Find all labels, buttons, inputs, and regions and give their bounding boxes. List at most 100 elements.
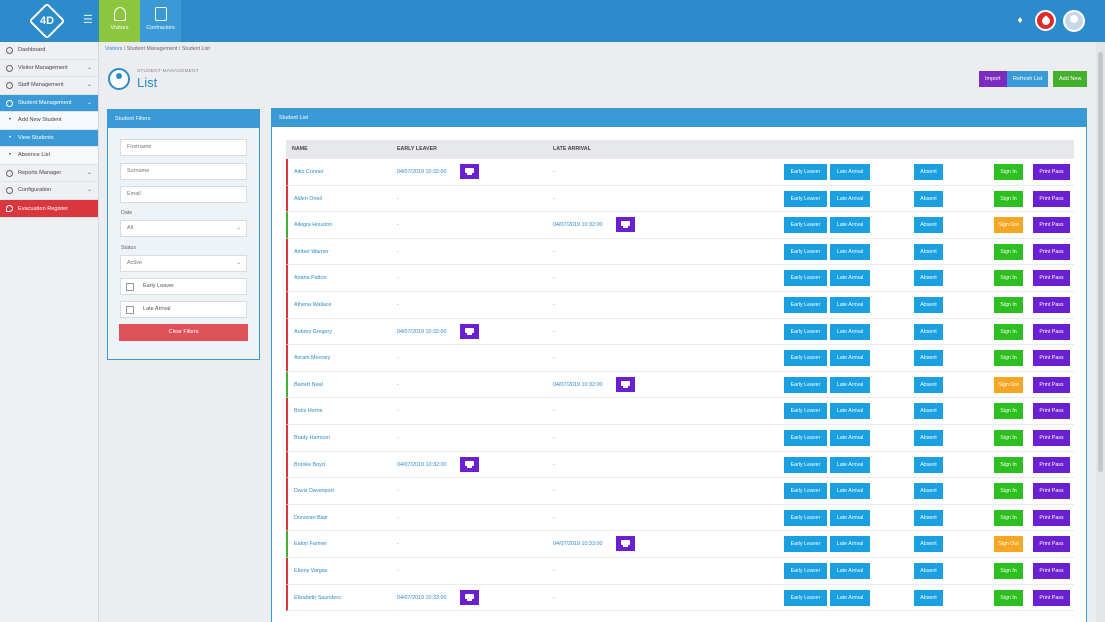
sidebar-item-reports-manager[interactable]: Reports Manager ⌄ [0,165,98,182]
early-leaver-button[interactable]: Early Leaver [784,323,827,340]
absent-button[interactable]: Absent [914,350,943,367]
menu-icon[interactable]: ☰ [83,15,93,26]
absent-button[interactable]: Absent [914,403,943,420]
print-pass-button[interactable]: Print Pass [1033,589,1070,606]
early-leaver-button[interactable]: Early Leaver [784,270,827,287]
early-leaver-button[interactable]: Early Leaver [784,243,827,260]
clear-filters-button[interactable]: Clear Filters [119,324,248,341]
student-name-link[interactable]: Brady Harrison [294,425,330,451]
print-pass-button[interactable]: Print Pass [1033,429,1070,446]
import-button[interactable]: Import [979,71,1007,87]
absent-button[interactable]: Absent [914,483,943,500]
absent-button[interactable]: Absent [914,270,943,287]
student-name-link[interactable]: Eaton Farmer [294,531,327,557]
late-arrival-button[interactable]: Late Arrival [830,164,870,180]
sidebar-item-evacuation-register[interactable]: Evacuation Register [0,199,98,218]
late-arrival-button[interactable]: Late Arrival [830,376,870,393]
sidebar-item-student-management[interactable]: Student Management ⌄ [0,94,98,112]
date-select[interactable]: All ⌄ [120,220,247,237]
early-leaver-button[interactable]: Early Leaver [784,217,827,234]
early-leaver-button[interactable]: Early Leaver [784,296,827,313]
early-leaver-button[interactable]: Early Leaver [784,562,827,579]
sidebar-item-absence-list[interactable]: • Absence List [0,147,98,165]
late-arrival-button[interactable]: Late Arrival [830,429,870,446]
sidebar-item-dashboard[interactable]: Dashboard [0,42,98,60]
student-name-link[interactable]: Davis Davenport [294,478,334,504]
firstname-input[interactable]: Firstname [120,139,247,156]
print-pass-button[interactable]: Print Pass [1033,323,1070,340]
scrollbar-thumb[interactable] [1098,52,1103,472]
student-name-link[interactable]: Boris Horne [294,398,322,424]
add-new-button[interactable]: Add New [1053,71,1088,87]
absent-button[interactable]: Absent [914,376,943,393]
sign-out-button[interactable]: Sign Out [994,376,1023,393]
late-arrival-button[interactable]: Late Arrival [830,589,870,606]
sign-in-button[interactable]: Sign In [994,509,1023,526]
late-arrival-button[interactable]: Late Arrival [830,190,870,207]
early-leaver-button[interactable]: Early Leaver [784,509,827,526]
early-leaver-button[interactable]: Early Leaver [784,483,827,500]
absent-button[interactable]: Absent [914,456,943,473]
sidebar-item-view-students[interactable]: • View Students [0,129,98,147]
print-icon[interactable] [616,217,635,233]
sign-in-button[interactable]: Sign In [994,190,1023,207]
absent-button[interactable]: Absent [914,589,943,606]
print-pass-button[interactable]: Print Pass [1033,270,1070,287]
late-arrival-button[interactable]: Late Arrival [830,217,870,234]
refresh-list-button[interactable]: Refresh List [1007,71,1049,87]
student-name-link[interactable]: Aiko Conner [294,159,324,185]
student-name-link[interactable]: Avram Mooney [294,345,330,371]
early-leaver-checkbox[interactable]: Early Leaver [120,278,247,295]
absent-button[interactable]: Absent [914,190,943,207]
early-leaver-button[interactable]: Early Leaver [784,164,827,180]
status-select[interactable]: Active ⌄ [120,255,247,272]
early-leaver-button[interactable]: Early Leaver [784,350,827,367]
sign-in-button[interactable]: Sign In [994,323,1023,340]
sign-in-button[interactable]: Sign In [994,483,1023,500]
early-leaver-button[interactable]: Early Leaver [784,589,827,606]
print-pass-button[interactable]: Print Pass [1033,536,1070,553]
student-name-link[interactable]: Brooke Boyd [294,452,325,478]
student-name-link[interactable]: Ariana Patton [294,265,327,291]
absent-button[interactable]: Absent [914,323,943,340]
sign-in-button[interactable]: Sign In [994,456,1023,473]
sign-out-button[interactable]: Sign Out [994,536,1023,553]
print-pass-button[interactable]: Print Pass [1033,190,1070,207]
print-pass-button[interactable]: Print Pass [1033,350,1070,367]
sidebar-item-staff-management[interactable]: Staff Management ⌄ [0,77,98,95]
absent-button[interactable]: Absent [914,296,943,313]
print-pass-button[interactable]: Print Pass [1033,456,1070,473]
student-name-link[interactable]: Amber Warner [294,239,329,265]
surname-input[interactable]: Surname [120,163,247,180]
early-leaver-button[interactable]: Early Leaver [784,403,827,420]
early-leaver-button[interactable]: Early Leaver [784,456,827,473]
student-name-link[interactable]: Athena Wallace [294,292,332,318]
student-name-link[interactable]: Donovan Blair [294,505,328,531]
early-leaver-button[interactable]: Early Leaver [784,536,827,553]
print-pass-button[interactable]: Print Pass [1033,164,1070,180]
late-arrival-button[interactable]: Late Arrival [830,456,870,473]
sign-in-button[interactable]: Sign In [994,562,1023,579]
student-name-link[interactable]: Elizabeth Saunders [294,585,341,611]
student-name-link[interactable]: Barrett Neal [294,372,323,398]
late-arrival-button[interactable]: Late Arrival [830,270,870,287]
absent-button[interactable]: Absent [914,429,943,446]
print-icon[interactable] [616,376,635,392]
late-arrival-button[interactable]: Late Arrival [830,243,870,260]
sign-in-button[interactable]: Sign In [994,429,1023,446]
absent-button[interactable]: Absent [914,164,943,180]
sign-in-button[interactable]: Sign In [994,243,1023,260]
tab-contractors[interactable]: Contractors [140,0,181,42]
late-arrival-checkbox[interactable]: Late Arrival [120,301,247,318]
tab-visitors[interactable]: Visitors [99,0,140,42]
early-leaver-button[interactable]: Early Leaver [784,376,827,393]
early-leaver-button[interactable]: Early Leaver [784,190,827,207]
late-arrival-button[interactable]: Late Arrival [830,350,870,367]
avatar[interactable] [1063,10,1085,32]
student-name-link[interactable]: Aubrey Gregory [294,319,332,345]
print-pass-button[interactable]: Print Pass [1033,243,1070,260]
sidebar-item-add-new-student[interactable]: • Add New Student [0,112,98,130]
print-pass-button[interactable]: Print Pass [1033,376,1070,393]
print-icon[interactable] [460,456,479,472]
student-name-link[interactable]: Allegra Houston [294,212,332,238]
